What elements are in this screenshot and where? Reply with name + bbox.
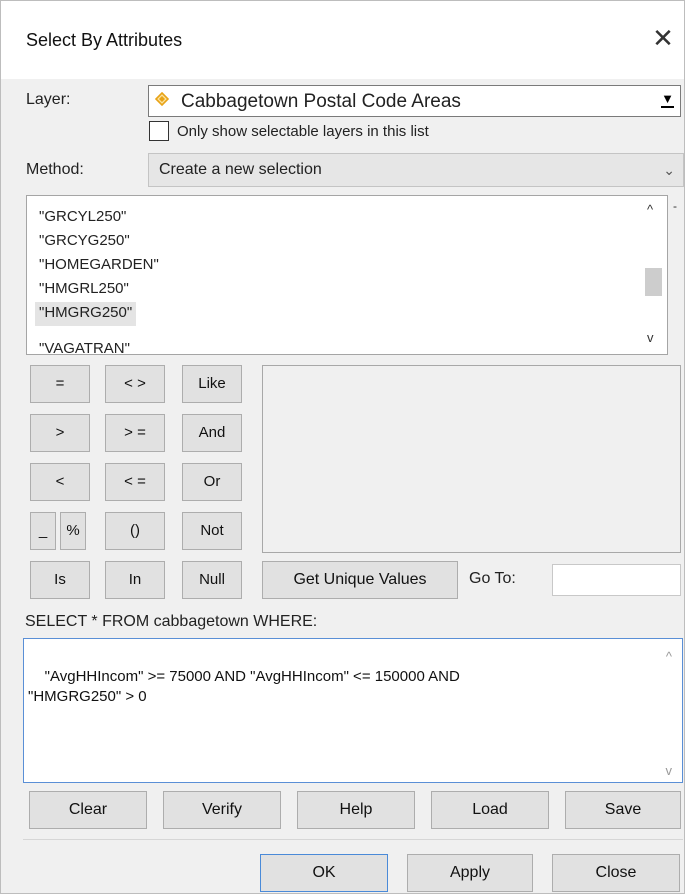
method-label: Method: [26,161,84,178]
method-dropdown[interactable]: Create a new selection ⌄ [148,153,684,187]
list-item[interactable]: "VAGATRAN" [35,338,134,354]
get-unique-values-button[interactable]: Get Unique Values [262,561,458,599]
divider [23,839,683,840]
null-button[interactable]: Null [182,561,242,599]
close-button[interactable]: Close [552,854,680,892]
select-by-attributes-dialog: Select By Attributes ✕ Layer: Cabbagetow… [0,0,685,894]
dropdown-arrow-icon[interactable]: ▼ [661,92,674,108]
selectable-only-checkbox[interactable] [149,121,169,141]
method-value: Create a new selection [159,161,322,178]
goto-label: Go To: [469,570,516,587]
layer-label: Layer: [26,91,71,108]
load-button[interactable]: Load [431,791,549,829]
layer-value: Cabbagetown Postal Code Areas [181,91,461,112]
dialog-title: Select By Attributes [26,30,183,50]
parentheses-button[interactable]: () [105,512,165,550]
layer-diamond-icon [155,92,169,106]
underscore-button[interactable]: _ [30,512,56,550]
and-button[interactable]: And [182,414,242,452]
list-item[interactable]: "HMGRL250" [35,278,133,302]
unique-values-list[interactable] [262,365,681,553]
equals-button[interactable]: = [30,365,90,403]
not-equal-button[interactable]: < > [105,365,165,403]
selectable-only-label: Only show selectable layers in this list [177,123,429,140]
scroll-down-icon[interactable]: v [647,330,654,345]
greater-than-button[interactable]: > [30,414,90,452]
list-item-selected[interactable]: "HMGRG250" [35,302,137,326]
in-button[interactable]: In [105,561,165,599]
close-icon[interactable]: ✕ [651,23,675,53]
query-text: "AvgHHIncom" >= 75000 AND "AvgHHIncom" <… [28,668,460,705]
help-button[interactable]: Help [297,791,415,829]
query-prefix: SELECT * FROM cabbagetown WHERE: [25,613,318,630]
verify-button[interactable]: Verify [163,791,281,829]
less-than-button[interactable]: < [30,463,90,501]
greater-equal-button[interactable]: > = [105,414,165,452]
is-button[interactable]: Is [30,561,90,599]
apply-button[interactable]: Apply [407,854,533,892]
fields-list[interactable]: "GRCYL250" "GRCYG250" "HOMEGARDEN" "HMGR… [26,195,668,355]
ok-button[interactable]: OK [260,854,388,892]
or-button[interactable]: Or [182,463,242,501]
side-mark: - [673,199,677,213]
percent-button[interactable]: % [60,512,86,550]
chevron-down-icon[interactable]: ⌄ [663,162,675,179]
scrollbar-thumb[interactable] [645,268,662,296]
list-item[interactable]: "HOMEGARDEN" [35,254,163,278]
goto-input[interactable] [552,564,681,596]
fields-scrollbar[interactable]: ^ v [641,196,667,354]
layer-dropdown[interactable]: Cabbagetown Postal Code Areas ▼ [148,85,681,117]
scroll-down-icon[interactable]: v [666,761,673,781]
save-button[interactable]: Save [565,791,681,829]
like-button[interactable]: Like [182,365,242,403]
less-equal-button[interactable]: < = [105,463,165,501]
query-textarea[interactable]: "AvgHHIncom" >= 75000 AND "AvgHHIncom" <… [23,638,683,783]
clear-button[interactable]: Clear [29,791,147,829]
scroll-up-icon[interactable]: ^ [647,202,653,217]
scroll-up-icon[interactable]: ^ [666,647,672,667]
title-bar: Select By Attributes ✕ [1,1,684,79]
list-item[interactable]: "GRCYG250" [35,230,134,254]
list-item[interactable]: "GRCYL250" [35,206,130,230]
not-button[interactable]: Not [182,512,242,550]
